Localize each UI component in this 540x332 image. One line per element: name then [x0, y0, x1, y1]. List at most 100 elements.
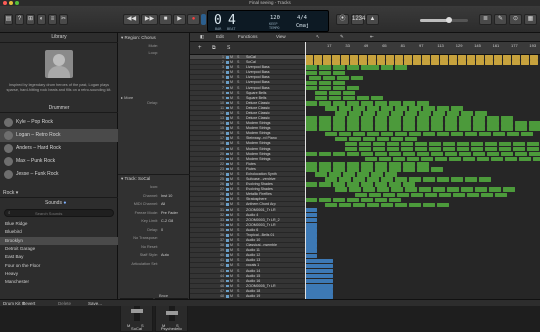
region[interactable]	[459, 151, 471, 157]
region[interactable]	[479, 177, 491, 182]
region[interactable]	[375, 121, 387, 126]
region[interactable]	[305, 243, 317, 248]
track-solo-button[interactable]: S	[237, 182, 239, 187]
region[interactable]	[421, 156, 433, 162]
region[interactable]	[333, 197, 345, 203]
track-solo-button[interactable]: S	[237, 258, 239, 263]
region[interactable]	[305, 233, 317, 238]
track-mute-button[interactable]: M	[230, 243, 233, 248]
region[interactable]	[521, 60, 529, 65]
region[interactable]	[335, 187, 347, 192]
region[interactable]	[476, 55, 484, 60]
track-mute-button[interactable]: M	[230, 141, 233, 146]
region[interactable]	[368, 55, 376, 60]
region[interactable]	[475, 111, 487, 116]
region[interactable]	[347, 197, 359, 203]
region[interactable]	[409, 131, 421, 137]
edit-menu[interactable]: Edit	[216, 34, 224, 39]
region[interactable]	[339, 177, 351, 182]
region[interactable]	[347, 65, 359, 70]
region[interactable]	[389, 162, 401, 167]
track-mute-button[interactable]: M	[230, 208, 233, 213]
region[interactable]	[413, 60, 421, 65]
lcd-display[interactable]: 0 4 BAR BEAT 120 KEEP TEMPO 4/4 Cmaj	[207, 10, 329, 32]
region[interactable]	[471, 141, 483, 147]
region[interactable]	[315, 90, 327, 96]
track-name[interactable]: Audio 6	[246, 228, 304, 233]
track-name[interactable]: Square Bells	[246, 91, 304, 96]
region[interactable]	[332, 60, 340, 65]
region[interactable]	[435, 156, 447, 162]
track-mute-button[interactable]: M	[230, 294, 233, 299]
track-solo-button[interactable]: S	[237, 289, 239, 294]
track-name[interactable]: Deluxe Classic	[246, 111, 304, 116]
region[interactable]	[305, 228, 317, 233]
track-mute-button[interactable]: M	[230, 279, 233, 284]
region[interactable]	[315, 95, 327, 101]
region[interactable]	[361, 151, 373, 157]
loop-browser-button[interactable]: ⊙	[509, 14, 522, 25]
region[interactable]	[335, 111, 347, 116]
track-mute-button[interactable]: M	[230, 263, 233, 268]
minimize-window-button[interactable]	[9, 1, 13, 5]
play-button[interactable]: ▶	[173, 14, 186, 25]
region[interactable]	[449, 55, 457, 60]
region[interactable]	[359, 55, 367, 60]
track-solo-button[interactable]: S	[237, 202, 239, 207]
region[interactable]	[369, 192, 381, 198]
region[interactable]	[433, 187, 445, 192]
region[interactable]	[343, 95, 355, 101]
track-mute-button[interactable]: M	[230, 192, 233, 197]
library-toggle-button[interactable]: ▤	[4, 14, 13, 25]
track-name[interactable]: Flutes	[246, 162, 304, 167]
region[interactable]	[305, 60, 313, 65]
sounds-search-input[interactable]: ⌕ Search Sounds	[4, 209, 114, 217]
region[interactable]	[309, 75, 321, 81]
region[interactable]	[333, 85, 345, 91]
region[interactable]	[447, 111, 459, 116]
functions-menu[interactable]: Functions	[238, 34, 258, 39]
region[interactable]	[501, 151, 513, 157]
track-mute-button[interactable]: M	[230, 131, 233, 136]
region[interactable]	[353, 106, 365, 111]
region[interactable]	[471, 146, 483, 152]
region[interactable]	[319, 162, 331, 167]
region[interactable]	[389, 151, 401, 157]
region[interactable]	[353, 202, 365, 208]
region[interactable]	[481, 192, 493, 198]
track-name[interactable]: Audio 4	[246, 213, 304, 218]
region[interactable]	[333, 65, 345, 70]
region[interactable]	[333, 121, 345, 126]
track-name[interactable]: Echolocation Synth	[246, 172, 304, 177]
track-solo-button[interactable]: S	[237, 208, 239, 213]
region[interactable]	[319, 80, 331, 86]
region[interactable]	[487, 151, 499, 157]
track-name[interactable]: Tropical...Bells 01	[246, 233, 304, 238]
region[interactable]	[305, 151, 317, 157]
track-name[interactable]: Liverpool Bass	[246, 65, 304, 70]
track-mute-button[interactable]: M	[230, 65, 233, 70]
track-mute-button[interactable]: M	[230, 136, 233, 141]
sound-item[interactable]: Four on the Floor	[0, 262, 118, 270]
track-mute-button[interactable]: M	[230, 182, 233, 187]
region[interactable]	[437, 177, 449, 182]
count-in-button[interactable]: 1234	[351, 14, 365, 25]
track-name[interactable]: Modern Strings	[246, 141, 304, 146]
region[interactable]	[314, 55, 322, 60]
region[interactable]	[305, 162, 317, 167]
track-field-value[interactable]: Pre Fader	[161, 211, 178, 215]
region[interactable]	[343, 172, 355, 177]
track-name[interactable]: Deluxe Classic	[246, 116, 304, 121]
tuner-button[interactable]: ⦿	[336, 14, 349, 25]
region[interactable]	[451, 131, 463, 137]
region[interactable]	[494, 60, 502, 65]
track-solo-button[interactable]: S	[237, 55, 239, 60]
region[interactable]	[387, 141, 399, 147]
track-name[interactable]: Audio 14	[246, 269, 304, 274]
region[interactable]	[521, 55, 529, 60]
track-solo-button[interactable]: S	[237, 233, 239, 238]
region[interactable]	[431, 121, 443, 126]
region[interactable]	[381, 202, 393, 208]
region[interactable]	[350, 60, 358, 65]
region[interactable]	[347, 121, 359, 126]
